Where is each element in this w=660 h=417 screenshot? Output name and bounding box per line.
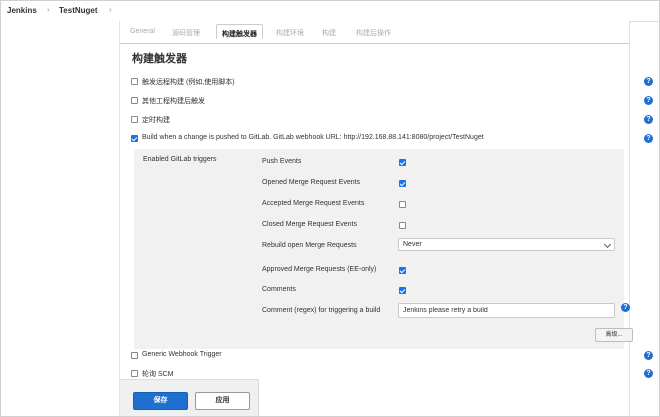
trigger-periodic-label: 定时构建 — [142, 117, 170, 124]
rebuild-mr-label: Rebuild open Merge Requests — [262, 242, 357, 249]
help-icon[interactable]: ? — [644, 369, 653, 378]
comment-regex-input[interactable] — [398, 303, 615, 318]
comments-checkbox[interactable] — [399, 287, 406, 294]
comments-label: Comments — [262, 286, 296, 293]
trigger-gitlab-label: Build when a change is pushed to GitLab.… — [142, 134, 484, 141]
right-divider — [629, 21, 630, 416]
poll-scm-label: 轮询 SCM — [142, 371, 174, 378]
section-title: 构建触发器 — [132, 53, 187, 65]
opened-mr-label: Opened Merge Request Events — [262, 179, 361, 186]
rebuild-mr-select[interactable]: Never — [398, 238, 615, 251]
trigger-periodic-checkbox[interactable] — [131, 116, 138, 123]
save-button[interactable]: 保存 — [133, 392, 188, 410]
trigger-remote-label: 触发远程构建 (例如,使用脚本) — [142, 79, 235, 86]
breadcrumb: Jenkins › TestNuget › — [1, 1, 659, 22]
tab-general[interactable]: General — [130, 28, 155, 35]
generic-webhook-label: Generic Webhook Trigger — [142, 351, 222, 358]
poll-scm-checkbox[interactable] — [131, 370, 138, 377]
trigger-upstream-checkbox[interactable] — [131, 97, 138, 104]
accepted-mr-label: Accepted Merge Request Events — [262, 200, 365, 207]
jenkins-config-window: Jenkins › TestNuget › General 源码管理 构建触发器… — [0, 0, 660, 417]
closed-mr-checkbox[interactable] — [399, 222, 406, 229]
tab-post-build[interactable]: 构建后操作 — [356, 28, 391, 38]
trigger-gitlab-checkbox[interactable] — [131, 135, 138, 142]
tab-build-environment[interactable]: 构建环境 — [276, 28, 304, 38]
rebuild-mr-value: Never — [403, 241, 422, 248]
help-icon[interactable]: ? — [644, 115, 653, 124]
trigger-upstream-label: 其他工程构建后触发 — [142, 98, 205, 105]
push-events-checkbox[interactable] — [399, 159, 406, 166]
help-icon[interactable]: ? — [644, 134, 653, 143]
help-icon[interactable]: ? — [644, 77, 653, 86]
breadcrumb-jenkins[interactable]: Jenkins — [7, 6, 37, 15]
config-tabs: General 源码管理 构建触发器 构建环境 构建 构建后操作 — [120, 21, 629, 44]
breadcrumb-separator: › — [109, 5, 112, 14]
opened-mr-checkbox[interactable] — [399, 180, 406, 187]
breadcrumb-project[interactable]: TestNuget — [59, 6, 98, 15]
advanced-button[interactable]: 高级... — [595, 328, 633, 342]
generic-webhook-checkbox[interactable] — [131, 352, 138, 359]
push-events-label: Push Events — [262, 158, 302, 165]
left-panel — [1, 21, 120, 416]
apply-button[interactable]: 应用 — [195, 392, 250, 410]
help-icon[interactable]: ? — [644, 351, 653, 360]
comment-regex-label: Comment (regex) for triggering a build — [262, 307, 381, 314]
approved-mr-checkbox[interactable] — [399, 267, 406, 274]
trigger-remote-checkbox[interactable] — [131, 78, 138, 85]
closed-mr-label: Closed Merge Request Events — [262, 221, 357, 228]
chevron-down-icon — [603, 240, 612, 249]
help-icon[interactable]: ? — [621, 303, 630, 312]
save-bar: 保存 应用 — [120, 379, 259, 416]
breadcrumb-separator: › — [47, 5, 50, 14]
help-icon[interactable]: ? — [644, 96, 653, 105]
approved-mr-label: Approved Merge Requests (EE-only) — [262, 266, 377, 273]
gitlab-triggers-heading: Enabled GitLab triggers — [143, 156, 217, 163]
tab-build-triggers[interactable]: 构建触发器 — [216, 24, 263, 39]
tab-build[interactable]: 构建 — [322, 28, 336, 38]
tab-scm[interactable]: 源码管理 — [172, 28, 200, 38]
accepted-mr-checkbox[interactable] — [399, 201, 406, 208]
